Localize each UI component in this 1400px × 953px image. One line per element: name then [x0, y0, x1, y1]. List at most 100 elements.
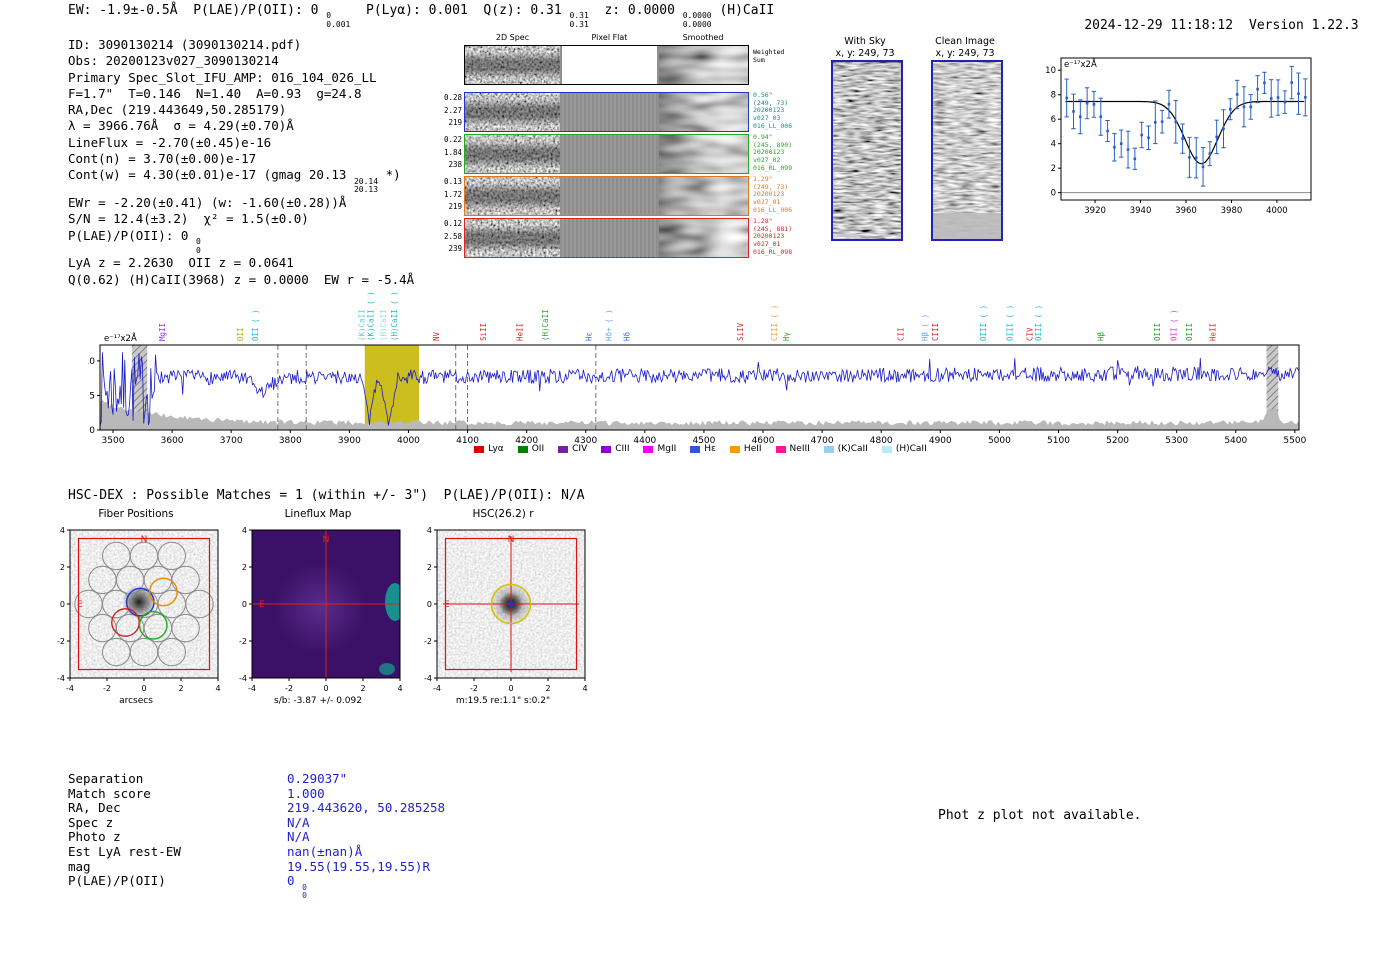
match-row-value: 0.29037"	[287, 771, 348, 786]
svg-text:OIII ( ): OIII ( )	[1005, 305, 1014, 341]
svg-text:-4: -4	[57, 674, 65, 683]
svg-text:-2: -2	[103, 684, 111, 693]
pixel-flat-image	[562, 93, 657, 131]
svg-text:0: 0	[89, 426, 95, 436]
svg-text:-4: -4	[66, 684, 74, 693]
svg-text:5: 5	[89, 391, 95, 401]
spec2d-row-annotation: 0.94" (245, 890) 20200123 v027_02 016_RL_099	[753, 133, 793, 172]
svg-text:E: E	[259, 600, 265, 610]
clean-image-footer-band	[933, 213, 1001, 239]
svg-text:CII: CII	[897, 327, 906, 341]
svg-text:-4: -4	[248, 684, 256, 693]
smoothed-image	[659, 46, 748, 84]
smoothed-image	[659, 93, 748, 131]
svg-text:2: 2	[60, 563, 65, 572]
weighted-sum-label: Weighted Sum	[753, 48, 785, 64]
svg-text:0: 0	[60, 600, 65, 609]
svg-text:Hδ: Hδ	[623, 331, 632, 341]
svg-text:OIII: OIII	[1153, 323, 1162, 341]
spec2d-fiber-row	[464, 218, 749, 258]
report-datetime: 2024-12-29 11:18:12	[1084, 18, 1234, 33]
svg-text:2: 2	[178, 684, 183, 693]
with-sky-image	[831, 60, 903, 241]
svg-text:CIII: CIII	[931, 323, 940, 341]
spec2d-row-values: 0.13 1.72 219	[443, 177, 462, 212]
svg-text:NV: NV	[432, 331, 441, 341]
legend-swatch	[643, 445, 654, 453]
legend-swatch	[775, 445, 786, 453]
svg-text:OII: OII	[236, 327, 245, 341]
pixel-flat-image	[562, 219, 657, 257]
spectrum-legend: Lyα OII CIV CIII MgII Hε HeII NeIII (K)CaII (H)Ca…	[88, 444, 1313, 454]
legend-item: (K)CaII	[823, 444, 868, 454]
match-row-value: 219.443620, 50.285258	[287, 800, 446, 816]
legend-item: (H)CaII	[881, 444, 927, 454]
svg-text:(H)CaII: (H)CaII	[541, 309, 550, 341]
legend-swatch	[517, 445, 528, 453]
cutout-hsc-r: HSC(26.2) r N E -4 -4 -2 -2 0 0 2 2 4 4 m:19.5 re:1…	[403, 508, 603, 706]
legend-item: MgII	[643, 444, 676, 454]
svg-text:OIII: OIII	[1185, 323, 1194, 341]
match-row-label: Separation	[68, 771, 144, 786]
svg-text:-2: -2	[424, 637, 432, 646]
match-info-table: Separation 0.29037" Match score 1.000 RA, De…	[68, 771, 446, 901]
svg-text:SiII: SiII	[479, 323, 488, 341]
svg-text:Hδ+ ( ): Hδ+ ( )	[605, 309, 614, 341]
clean-image	[931, 60, 1003, 241]
legend-item: HeII	[729, 444, 762, 454]
svg-text:2: 2	[1051, 164, 1056, 174]
report-version: Version 1.22.3	[1249, 18, 1359, 33]
spec2d-image	[465, 93, 560, 131]
svg-text:HeII: HeII	[1209, 323, 1218, 341]
legend-item: Hε	[690, 444, 716, 454]
match-row-label: Match score	[68, 785, 151, 801]
svg-text:-4: -4	[424, 674, 432, 683]
match-row-label: mag	[68, 858, 91, 874]
legend-swatch	[690, 445, 701, 453]
svg-text:4: 4	[427, 526, 432, 535]
cutout-image-lineflux-map: N E -4 -4 -2 -2 0 0 2 2 4 4	[218, 522, 418, 698]
spec2d-weighted-row	[464, 45, 749, 85]
svg-text:3980: 3980	[1221, 206, 1243, 216]
svg-text:3920: 3920	[1084, 206, 1106, 216]
match-row-label: Photo z	[68, 829, 121, 845]
spec2d-image	[465, 177, 560, 215]
smoothed-image	[659, 135, 748, 173]
cutout-title-lineflux-map: Lineflux Map	[284, 508, 352, 520]
spec2d-fiber-row	[464, 176, 749, 216]
svg-text:(H)CaII ( ): (H)CaII ( )	[390, 291, 399, 341]
legend-item: CIII	[601, 444, 629, 454]
svg-text:3940: 3940	[1130, 206, 1152, 216]
match-row: Photo z N/A	[68, 830, 445, 845]
cutout-title-fiber-positions: Fiber Positions	[98, 508, 174, 520]
detection-info-block: ID: 3090130214 (3090130214.pdf) Obs: 2020…	[68, 37, 415, 287]
with-sky-title: With Sky x, y: 249, 73	[820, 36, 910, 60]
match-row: mag 19.55(19.55,19.55)R	[68, 858, 445, 875]
svg-text:(K)CaII ( ): (K)CaII ( )	[367, 291, 376, 341]
svg-text:-4: -4	[239, 674, 247, 683]
spec2d-image	[465, 219, 560, 257]
svg-text:4: 4	[60, 526, 65, 535]
svg-text:OII ( ): OII ( )	[1170, 309, 1179, 341]
svg-text:2: 2	[427, 563, 432, 572]
elixer-report-page: EW: -1.9±-0.5Å P(LAE)/P(OII): 0 0 0.001 P…	[0, 0, 1400, 953]
match-row: Est LyA rest-EW nan(±nan)Å	[68, 844, 445, 860]
svg-text:OIII ( ): OIII ( )	[1034, 305, 1043, 341]
spec2d-col-title-2dspec: 2D Spec	[495, 33, 530, 42]
svg-text:-2: -2	[285, 684, 293, 693]
pixel-flat-image	[562, 46, 657, 84]
header-datetime: 2024-12-29 11:18:12 Version 1.22.3	[1053, 3, 1359, 48]
legend-item: NeIII	[775, 444, 810, 454]
svg-text:-2: -2	[57, 637, 65, 646]
svg-text:CIII ( ): CIII ( )	[770, 305, 779, 341]
svg-text:(H)CaII: (H)CaII	[379, 309, 388, 341]
svg-text:6: 6	[1051, 115, 1056, 125]
cutout-lineflux-map: Lineflux Map N E -4 -4 -2 -2 0 0 2 2 4 4 s/b: -3.87…	[218, 508, 418, 706]
match-row-label: RA, Dec	[68, 800, 121, 816]
clean-image-coords: x, y: 249, 73	[935, 48, 995, 59]
match-row: RA, Dec 219.443620, 50.285258	[68, 800, 446, 816]
spectrum-ylabel: e⁻¹⁷x2Å	[104, 334, 137, 344]
match-row-label: P(LAE)/P(OII)	[68, 873, 166, 889]
legend-swatch	[729, 445, 740, 453]
svg-text:0: 0	[141, 684, 146, 693]
